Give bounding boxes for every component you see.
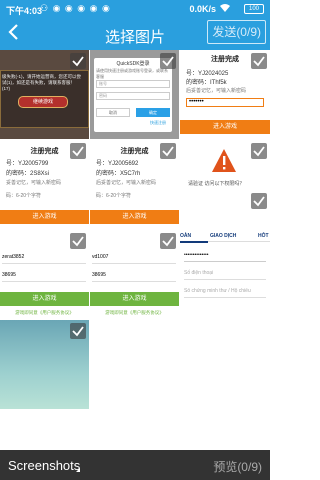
image-grid: 级失败(-1)，请开始运营商，您还可以尝试(1)，如还是有失败，请联系客服！(1… <box>0 50 270 450</box>
image-thumbnail[interactable]: vd1007 38695 进入游戏 游戏即同意《用户服务协议》 <box>90 230 179 319</box>
checkmark-icon <box>72 326 84 337</box>
select-checkbox[interactable] <box>70 53 86 69</box>
dropdown-corner-icon <box>76 468 80 472</box>
image-thumbnail[interactable] <box>0 320 89 409</box>
wifi-icon <box>220 4 230 12</box>
continue-game-image: 继续游戏 <box>18 96 68 108</box>
checkmark-icon <box>72 56 84 67</box>
checkmark-icon <box>162 236 174 247</box>
image-thumbnail[interactable]: 注册完成 号：YJ2005799 的密码：2S8Xsi 妥善记忆，可输入新密码 … <box>0 140 89 229</box>
notification-icons: ⚇ ◉ ◉ ◉ ◉ ◉ <box>40 3 111 13</box>
select-checkbox[interactable] <box>160 233 176 249</box>
image-thumbnail[interactable]: 注册完成 号：YJ2024025 的密码：IThf5k 后妥善记忆，可输入新密码… <box>180 50 270 139</box>
select-checkbox[interactable] <box>160 143 176 159</box>
select-checkbox[interactable] <box>251 143 267 159</box>
image-thumbnail[interactable]: 注册完成 号：YJ2005692 的密码：X5C7rh 后妥善记忆，可输入新密码… <box>90 140 179 229</box>
select-checkbox[interactable] <box>70 323 86 339</box>
select-checkbox[interactable] <box>251 53 267 69</box>
select-checkbox[interactable] <box>70 233 86 249</box>
checkmark-icon <box>253 56 265 67</box>
status-time: 下午4:03 <box>6 6 43 16</box>
send-button[interactable]: 发送(0/9) <box>207 20 266 44</box>
checkmark-icon <box>72 146 84 157</box>
image-picker-screen: { "status": { "time": "下午4:03", "network… <box>0 0 270 480</box>
image-thumbnail[interactable]: zerat3852 38695 进入游戏 游戏即同意《用户服务协议》 <box>0 230 89 319</box>
title-bar: 下午4:03 ⚇ ◉ ◉ ◉ ◉ ◉ 0.0K/s 100 选择图片 发送(0/… <box>0 0 270 50</box>
album-selector[interactable]: Screenshots <box>8 458 80 473</box>
image-thumbnail[interactable]: 级失败(-1)，请开始运营商，您还可以尝试(1)，如还是有失败，请联系客服！(1… <box>0 50 89 139</box>
checkmark-icon <box>72 236 84 247</box>
checkmark-icon <box>162 146 174 157</box>
status-bar: 下午4:03 ⚇ ◉ ◉ ◉ ◉ ◉ 0.0K/s 100 <box>0 0 270 18</box>
image-thumbnail[interactable]: QuickSDK登录 请使用快速注册或游戏账号登录，或联系客服 账号 密码 取消… <box>90 50 179 139</box>
image-thumbnail[interactable]: 请验证 访问以下权限吗？ OÀN GIAO DỊCH HỖT •••••••••… <box>180 140 270 320</box>
checkmark-icon <box>253 146 265 157</box>
select-checkbox[interactable] <box>70 143 86 159</box>
bottom-bar: Screenshots 预览(0/9) <box>0 450 270 480</box>
preview-button[interactable]: 预览(0/9) <box>213 458 262 475</box>
select-checkbox[interactable] <box>160 53 176 69</box>
checkmark-icon <box>162 56 174 67</box>
checkmark-icon <box>253 196 265 207</box>
network-speed: 0.0K/s <box>189 4 216 14</box>
select-checkbox[interactable] <box>251 193 267 209</box>
warning-icon <box>212 149 236 172</box>
battery-icon: 100 <box>244 4 264 14</box>
